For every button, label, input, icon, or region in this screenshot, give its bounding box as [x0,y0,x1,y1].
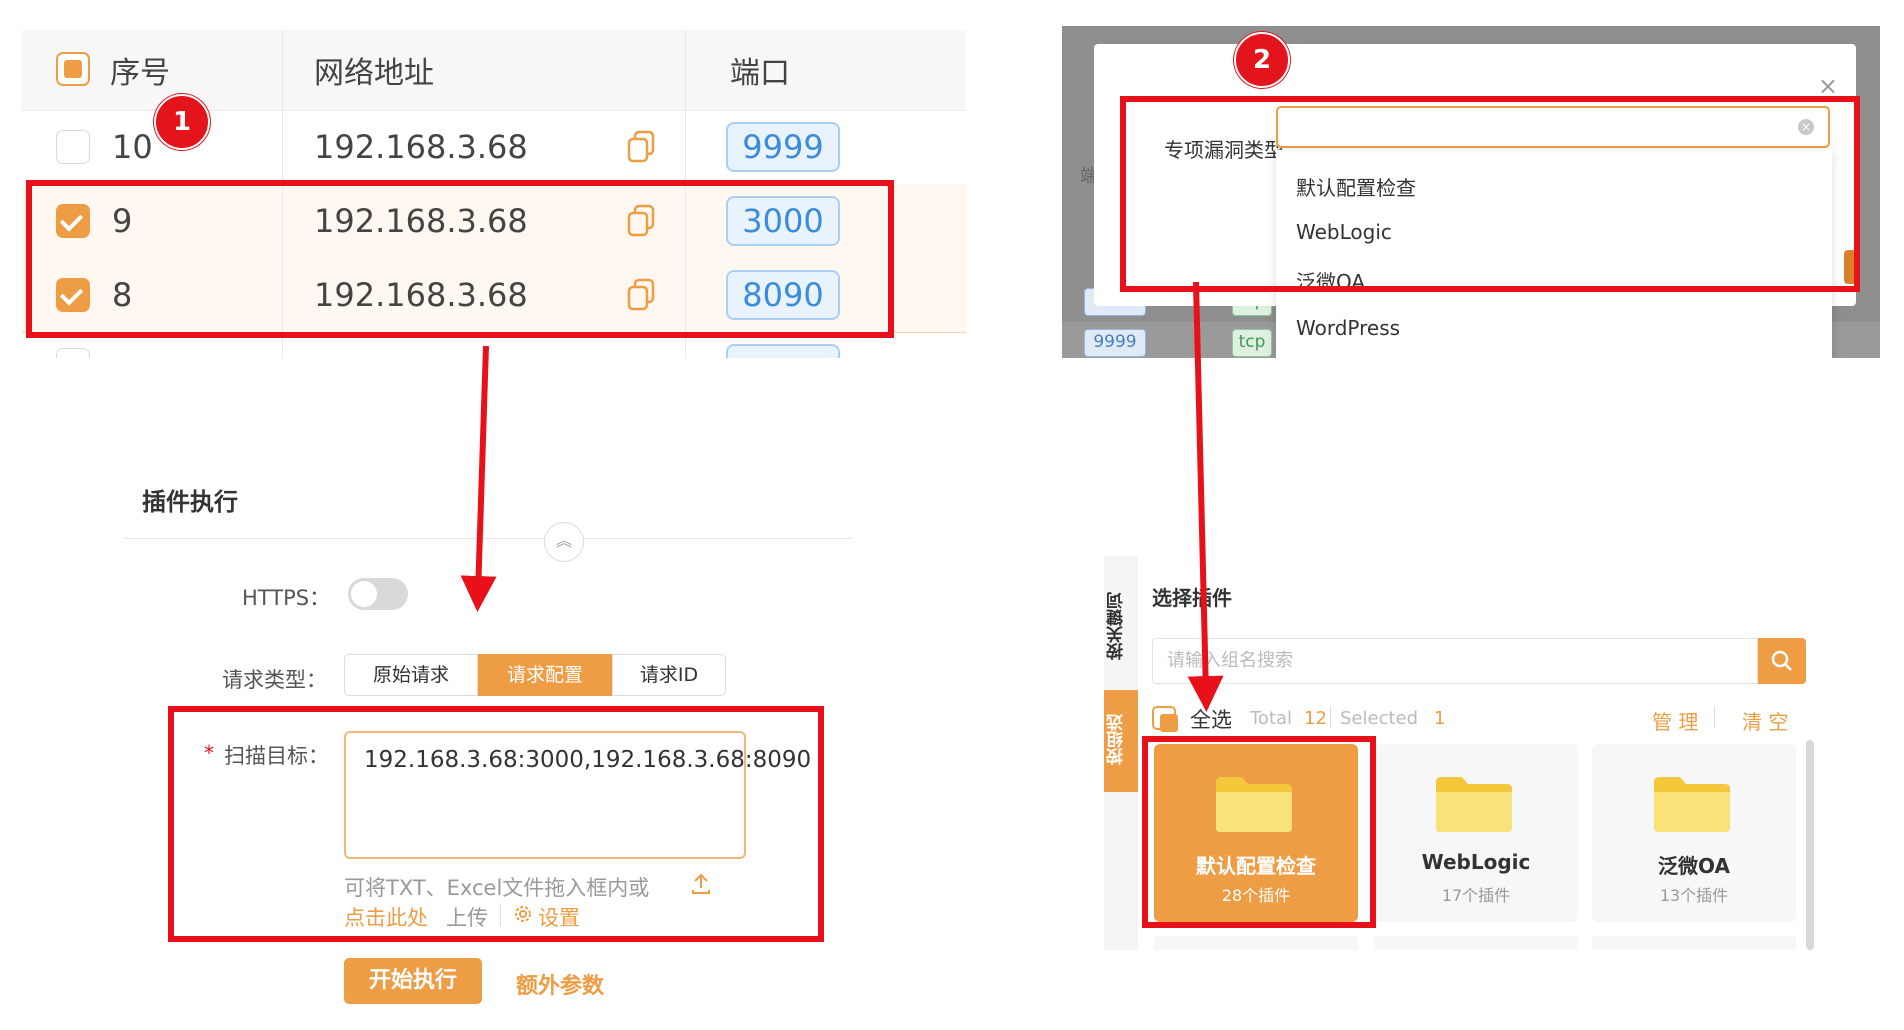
arrow-to-scan-target [460,345,497,612]
flow-arrows [460,281,1224,712]
arrow-to-plugin-card [1187,281,1224,712]
